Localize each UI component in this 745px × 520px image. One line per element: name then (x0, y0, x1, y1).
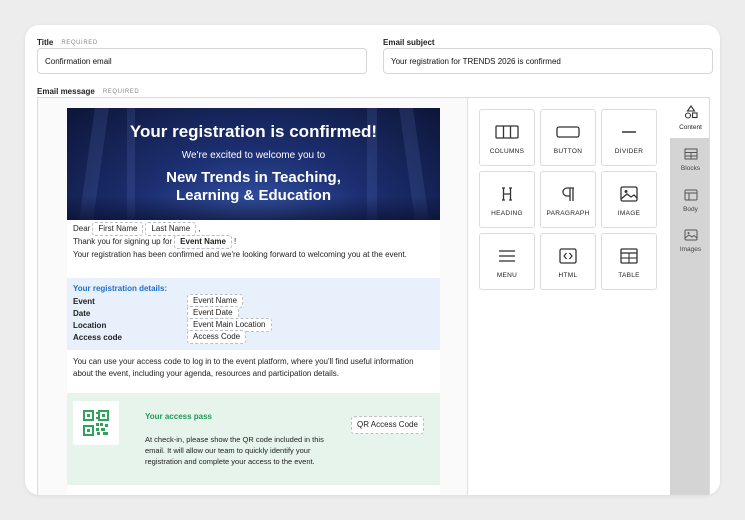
block-label: HTML (558, 272, 578, 279)
access-pass-title: Your access pass (145, 412, 213, 421)
message-required-badge: REQUIRED (102, 88, 140, 95)
sidebar-tab-content[interactable]: Content (670, 98, 709, 138)
block-label: TABLE (618, 272, 640, 279)
banner-heading-line1: New Trends in Teaching, (166, 169, 341, 186)
dear-text: Dear (73, 224, 91, 233)
block-table[interactable]: TABLE (601, 233, 657, 290)
image-icon (617, 185, 641, 203)
block-menu[interactable]: MENU (479, 233, 535, 290)
qr-access-code-merge-tag[interactable]: QR Access Code (351, 416, 424, 434)
block-heading[interactable]: HEADING (479, 171, 535, 228)
email-canvas[interactable]: Your registration is confirmed! We're ex… (38, 98, 468, 495)
email-editor-card: Title REQUIRED Confirmation email Email … (25, 25, 720, 495)
subject-input[interactable]: Your registration for TRENDS 2026 is con… (383, 48, 713, 74)
event-name-merge-tag[interactable]: Event Name (174, 234, 232, 249)
table-icon (617, 247, 641, 265)
sidebar-tab-label: Blocks (680, 165, 701, 172)
sidebar-tab-blocks[interactable]: Blocks (670, 140, 709, 180)
sidebar-tab-images[interactable]: Images (670, 221, 709, 261)
block-columns[interactable]: COLUMNS (479, 109, 535, 166)
access-code-paragraph[interactable]: You can use your access code to log in t… (73, 356, 435, 380)
confirmed-text: Your registration has been confirmed and… (73, 250, 407, 259)
block-label: COLUMNS (489, 148, 525, 155)
editor-sidebar: Content Blocks Body Images (670, 98, 709, 495)
detail-label-event: Event (73, 297, 95, 306)
sidebar-tab-label: Images (679, 246, 702, 253)
registration-details-section[interactable]: Your registration details: Event Event N… (67, 278, 440, 350)
access-pass-section[interactable]: Your access pass At check-in, please sho… (67, 393, 440, 485)
detail-label-access-code: Access code (73, 333, 122, 342)
access-code-merge-tag[interactable]: Access Code (187, 330, 247, 344)
block-label: HEADING (491, 210, 523, 217)
greeting-line: Dear First Name Last Name , (73, 221, 433, 236)
title-label-text: Title (37, 38, 54, 47)
title-input[interactable]: Confirmation email (37, 48, 367, 74)
exclaim-text: ! (233, 237, 237, 246)
button-icon (556, 123, 580, 141)
sidebar-tab-body[interactable]: Body (670, 181, 709, 221)
first-name-merge-tag[interactable]: First Name (92, 221, 144, 236)
paragraph-icon (556, 185, 580, 203)
title-required-badge: REQUIRED (61, 39, 98, 46)
block-label: DIVIDER (614, 148, 644, 155)
sidebar-tab-label: Content (679, 124, 702, 131)
divider-icon (617, 123, 641, 141)
subject-label: Email subject (383, 38, 435, 47)
confirmed-line: Your registration has been confirmed and… (73, 248, 433, 261)
access-pass-text: At check-in, please show the QR code inc… (145, 435, 324, 466)
email-intro: Dear First Name Last Name , Thank you fo… (73, 221, 433, 261)
email-banner[interactable]: Your registration is confirmed! We're ex… (67, 108, 440, 220)
shapes-icon (684, 105, 698, 121)
block-html[interactable]: HTML (540, 233, 596, 290)
message-label-text: Email message (37, 87, 95, 96)
html-icon (556, 247, 580, 265)
block-divider[interactable]: DIVIDER (601, 109, 657, 166)
block-label: IMAGE (617, 210, 641, 217)
block-label: MENU (496, 272, 518, 279)
subject-label-text: Email subject (383, 38, 435, 47)
block-label: BUTTON (553, 148, 583, 155)
message-label: Email message REQUIRED (37, 87, 139, 96)
detail-label-date: Date (73, 309, 91, 318)
body-icon (684, 189, 698, 203)
email-preview[interactable]: Your registration is confirmed! We're ex… (67, 108, 440, 495)
details-title: Your registration details: (73, 284, 168, 293)
menu-icon (495, 247, 519, 265)
thanks-text: Thank you for signing up for (73, 237, 173, 246)
block-paragraph[interactable]: PARAGRAPH (540, 171, 596, 228)
images-icon (684, 229, 698, 243)
block-button[interactable]: BUTTON (540, 109, 596, 166)
sidebar-tab-label: Body (683, 206, 698, 213)
qr-code-icon (73, 401, 119, 445)
heading-icon (495, 185, 519, 203)
block-label: PARAGRAPH (546, 210, 590, 217)
detail-label-location: Location (73, 321, 107, 330)
email-editor: Your registration is confirmed! We're ex… (37, 97, 710, 495)
thanks-line: Thank you for signing up for Event Name … (73, 234, 433, 249)
title-label: Title REQUIRED (37, 38, 98, 47)
banner-heading-line2: Learning & Education (175, 187, 331, 204)
blocks-icon (684, 148, 698, 162)
block-image[interactable]: IMAGE (601, 171, 657, 228)
banner-heading: New Trends in Teaching, Learning & Educa… (67, 169, 440, 205)
comma-text: , (198, 224, 201, 233)
banner-subtitle: We're excited to welcome you to (181, 150, 326, 161)
last-name-merge-tag[interactable]: Last Name (145, 221, 197, 236)
banner-title: Your registration is confirmed! (129, 122, 378, 141)
columns-icon (495, 123, 519, 141)
